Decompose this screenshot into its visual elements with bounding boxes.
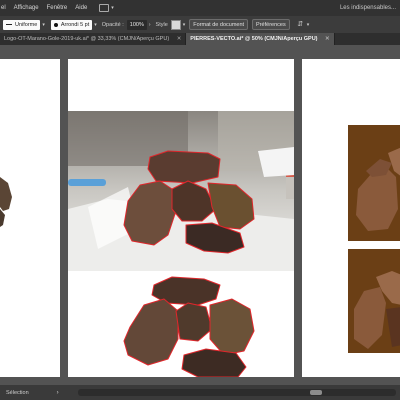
menu-item-window[interactable]: Fenêtre: [47, 5, 68, 11]
style-label: Style: [155, 21, 168, 28]
document-tab-bar: Logo-OT-Marano-Gole-2019-uk.ai* @ 33,33%…: [0, 33, 400, 45]
arrange-icon[interactable]: ⇵: [296, 20, 305, 29]
brush-dot-icon: [53, 22, 58, 27]
close-icon[interactable]: ✕: [177, 36, 182, 42]
stone-artwork: [0, 177, 12, 227]
tab-label: Logo-OT-Marano-Gole-2019-uk.ai* @ 33,33%…: [4, 36, 170, 42]
scrollbar-thumb[interactable]: [310, 390, 322, 395]
tab-pierres-vecto[interactable]: PIERRES-VECTO.ai* @ 50% (CMJN/Aperçu GPU…: [186, 33, 335, 45]
opacity-label[interactable]: Opacité :: [102, 22, 124, 28]
chevron-down-icon[interactable]: ▾: [94, 22, 97, 28]
stroke-line-icon: [6, 24, 12, 25]
chevron-right-icon[interactable]: ›: [57, 390, 59, 396]
close-icon[interactable]: ✕: [325, 36, 330, 42]
brush-label: Arrondi 5 pt: [60, 21, 90, 28]
menu-bar: el Affichage Fenêtre Aide ▾ Les indispen…: [0, 0, 400, 16]
opacity-input[interactable]: 100%: [126, 19, 147, 30]
document-format-button[interactable]: Format de document: [189, 19, 249, 30]
document-canvas[interactable]: [0, 45, 400, 385]
horizontal-scrollbar[interactable]: [78, 389, 396, 396]
control-bar: Uniforme ▾ Arrondi 5 pt ▾ Opacité : 100%…: [0, 16, 400, 33]
chevron-down-icon[interactable]: ▾: [111, 5, 114, 11]
tab-logo-document[interactable]: Logo-OT-Marano-Gole-2019-uk.ai* @ 33,33%…: [0, 33, 187, 45]
chevron-down-icon[interactable]: ▾: [307, 22, 310, 28]
traced-stones-photo: [68, 111, 294, 377]
chevron-down-icon[interactable]: ▾: [183, 22, 186, 28]
artboard-left[interactable]: [0, 59, 60, 377]
status-bar: Sélection ›: [0, 385, 400, 400]
sync-icon[interactable]: [99, 4, 110, 12]
preferences-button[interactable]: Préférences: [252, 19, 290, 30]
stroke-profile-label: Uniforme: [15, 21, 38, 28]
vector-stones: [348, 125, 400, 353]
workspace-switcher[interactable]: Les indispensables...: [340, 5, 396, 11]
style-swatch[interactable]: [170, 19, 181, 30]
menu-item-help[interactable]: Aide: [75, 5, 87, 11]
menu-item-view[interactable]: Affichage: [14, 5, 39, 11]
artboard-right[interactable]: [302, 59, 400, 377]
menu-item-selection[interactable]: el: [1, 5, 6, 11]
tab-label: PIERRES-VECTO.ai* @ 50% (CMJN/Aperçu GPU…: [190, 36, 318, 42]
status-tool-label: Sélection: [6, 389, 29, 396]
illustrator-window: el Affichage Fenêtre Aide ▾ Les indispen…: [0, 0, 400, 400]
stroke-profile-select[interactable]: Uniforme: [3, 19, 41, 30]
chevron-right-icon[interactable]: ›: [149, 22, 151, 28]
chevron-down-icon[interactable]: ▾: [42, 22, 45, 28]
artboard-center[interactable]: [68, 59, 294, 377]
brush-select[interactable]: Arrondi 5 pt: [50, 19, 93, 30]
